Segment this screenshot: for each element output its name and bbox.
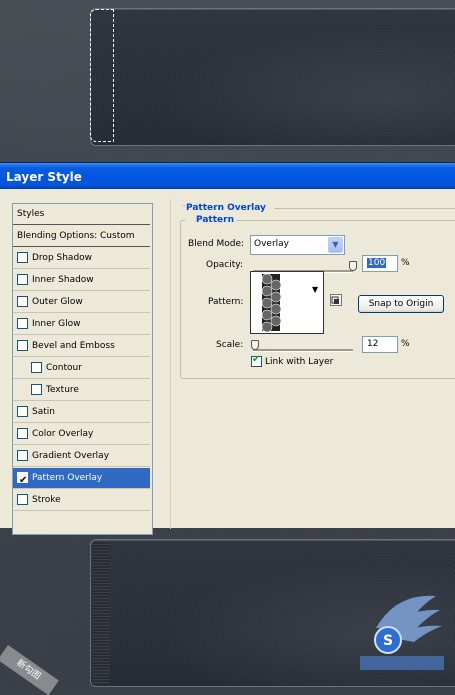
style-item-label: Stroke [32,495,61,505]
svg-text:S: S [383,633,393,649]
styles-list: Styles Blending Options: Custom Drop Sha… [12,203,153,535]
styles-header[interactable]: Styles [13,204,150,225]
snap-to-origin-button[interactable]: Snap to Origin [358,295,444,313]
style-checkbox[interactable] [17,318,28,329]
style-checkbox[interactable] [17,274,28,285]
style-item-label: Drop Shadow [32,253,93,263]
style-checkbox[interactable] [31,384,42,395]
style-item-label: Inner Shadow [32,275,94,285]
style-item-bevel-and-emboss[interactable]: Bevel and Emboss [13,336,150,357]
style-item-label: Inner Glow [32,319,81,329]
canvas-panel-top [90,8,455,146]
scale-input[interactable]: 12 [362,336,398,353]
style-item-texture[interactable]: Texture [13,380,150,401]
new-preset-icon[interactable] [330,294,342,306]
selection-marquee[interactable] [90,9,114,142]
style-checkbox[interactable] [17,340,28,351]
style-item-color-overlay[interactable]: Color Overlay [13,424,150,445]
style-item-pattern-overlay[interactable]: ✔ Pattern Overlay [13,468,150,489]
chevron-down-icon[interactable]: ▼ [328,237,343,253]
blend-mode-label: Blend Mode: [188,239,245,249]
settings-area: Pattern Overlay Pattern Blend Mode: Over… [170,199,455,529]
style-item-inner-shadow[interactable]: Inner Shadow [13,270,150,291]
style-item-stroke[interactable]: Stroke [13,490,150,511]
opacity-value: 100 [367,258,387,268]
opacity-input[interactable]: 100 [362,255,398,272]
scale-slider-track[interactable] [253,349,353,352]
style-checkbox[interactable] [17,494,28,505]
style-item-label: Outer Glow [32,297,83,307]
opacity-unit: % [401,258,410,268]
style-checkbox[interactable] [31,362,42,373]
style-item-label: Contour [46,363,82,373]
blend-mode-value: Overlay [254,239,289,249]
style-item-label: Pattern Overlay [32,473,103,483]
style-item-label: Texture [46,385,79,395]
style-item-label: Color Overlay [32,429,94,439]
checkmark-icon: ✔ [19,475,28,486]
scale-label: Scale: [216,340,244,350]
style-item-label: Gradient Overlay [32,451,110,461]
style-checkbox[interactable] [17,252,28,263]
opacity-label: Opacity: [206,260,243,270]
pattern-subtitle: Pattern [196,215,237,225]
pattern-picker[interactable] [250,271,324,334]
style-item-satin[interactable]: Satin [13,402,150,423]
style-checkbox[interactable] [17,406,28,417]
scale-slider-thumb[interactable] [251,340,259,350]
pattern-dropdown-icon[interactable]: ▼ [312,285,318,294]
style-checkbox[interactable] [17,428,28,439]
pattern-strip [92,541,110,685]
blend-mode-select[interactable]: Overlay ▼ [250,235,345,255]
layer-style-dialog: Layer Style Styles Blending Options: Cus… [0,162,455,535]
style-checkbox[interactable] [17,450,28,461]
style-item-label: Bevel and Emboss [32,341,115,351]
pattern-overlay-title: Pattern Overlay [186,203,266,213]
style-item-outer-glow[interactable]: Outer Glow [13,292,150,313]
style-item-gradient-overlay[interactable]: Gradient Overlay [13,446,150,467]
winged-logo-icon: S [360,595,444,670]
link-with-layer-label: Link with Layer [265,357,334,367]
style-item-drop-shadow[interactable]: Drop Shadow [13,248,150,269]
style-checkbox[interactable]: ✔ [17,472,28,486]
style-checkbox[interactable] [17,296,28,307]
scale-unit: % [401,339,410,349]
dialog-title: Layer Style [0,163,455,189]
style-item-inner-glow[interactable]: Inner Glow [13,314,150,335]
link-with-layer-checkbox[interactable]: ✔ [251,354,262,367]
style-item-contour[interactable]: Contour [13,358,150,379]
pattern-preview [251,272,323,333]
pattern-label: Pattern: [208,297,244,307]
opacity-slider-thumb[interactable] [349,261,357,271]
style-item-label: Satin [32,407,55,417]
blending-options-item[interactable]: Blending Options: Custom [13,226,150,247]
